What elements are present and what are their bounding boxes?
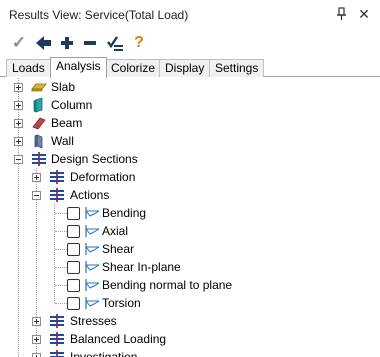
investigation-icon xyxy=(49,349,65,357)
toolbar: ✓ ? xyxy=(0,30,380,56)
plus-icon xyxy=(61,37,73,49)
expand-wall-toggle[interactable] xyxy=(14,137,23,146)
tree-item-deformation[interactable]: Deformation xyxy=(70,169,135,185)
tree-item-shear[interactable]: Shear xyxy=(102,241,134,257)
stresses-icon xyxy=(49,313,65,329)
diagram-icon xyxy=(84,295,100,311)
expand-investigation-toggle[interactable] xyxy=(32,353,41,357)
tree-item-torsion[interactable]: Torsion xyxy=(102,295,141,311)
pin-icon xyxy=(337,7,346,20)
tree-connector xyxy=(54,204,55,303)
tree-item-beam[interactable]: Beam xyxy=(51,115,82,131)
expand-beam-toggle[interactable] xyxy=(14,119,23,128)
tab-display[interactable]: Display xyxy=(159,59,211,77)
beam-icon xyxy=(31,115,47,131)
tree-item-design-sections[interactable]: Design Sections xyxy=(51,151,138,167)
tab-analysis[interactable]: Analysis xyxy=(50,57,107,78)
torsion-checkbox[interactable] xyxy=(67,297,80,310)
check-list-icon xyxy=(107,36,123,51)
diagram-icon xyxy=(84,277,100,293)
apply-button[interactable]: ✓ xyxy=(9,33,29,53)
column-icon xyxy=(31,97,47,113)
slab-icon xyxy=(31,79,47,95)
tab-loads[interactable]: Loads xyxy=(6,59,51,77)
tree-item-bending[interactable]: Bending xyxy=(102,205,146,221)
diagram-icon xyxy=(84,241,100,257)
results-tree: Slab Column Beam Wall Design Sections De… xyxy=(0,78,380,357)
tree-item-balanced-loading[interactable]: Balanced Loading xyxy=(70,331,166,347)
diagram-icon xyxy=(84,223,100,239)
deformation-icon xyxy=(49,169,65,185)
tab-settings[interactable]: Settings xyxy=(209,59,265,77)
collapse-actions-toggle[interactable] xyxy=(32,191,41,200)
expand-deformation-toggle[interactable] xyxy=(32,173,41,182)
shear-in-plane-checkbox[interactable] xyxy=(67,261,80,274)
tree-connector xyxy=(55,249,67,250)
tree-connector xyxy=(55,213,67,214)
balanced-loading-icon xyxy=(49,331,65,347)
add-button[interactable] xyxy=(57,33,77,53)
back-button[interactable] xyxy=(34,33,54,53)
bending-normal-checkbox[interactable] xyxy=(67,279,80,292)
tree-item-wall[interactable]: Wall xyxy=(51,133,74,149)
diagram-icon xyxy=(84,205,100,221)
expand-balanced-loading-toggle[interactable] xyxy=(32,335,41,344)
check-all-button[interactable] xyxy=(105,33,125,53)
tree-item-axial[interactable]: Axial xyxy=(102,223,128,239)
shear-checkbox[interactable] xyxy=(67,243,80,256)
expand-column-toggle[interactable] xyxy=(14,101,23,110)
tree-item-shear-in-plane[interactable]: Shear In-plane xyxy=(102,259,181,275)
arrow-left-icon xyxy=(36,36,51,50)
diagram-icon xyxy=(84,259,100,275)
tree-item-actions[interactable]: Actions xyxy=(70,187,109,203)
tree-item-column[interactable]: Column xyxy=(51,97,92,113)
window-title: Results View: Service(Total Load) xyxy=(9,8,189,22)
remove-button[interactable] xyxy=(80,33,100,53)
bending-checkbox[interactable] xyxy=(67,207,80,220)
expand-slab-toggle[interactable] xyxy=(14,83,23,92)
axial-checkbox[interactable] xyxy=(67,225,80,238)
help-button[interactable]: ? xyxy=(129,33,149,53)
tab-colorize[interactable]: Colorize xyxy=(105,59,162,77)
tree-connector xyxy=(55,267,67,268)
title-bar: Results View: Service(Total Load) ✕ xyxy=(0,0,380,29)
tree-item-bending-normal-to-plane[interactable]: Bending normal to plane xyxy=(102,277,232,293)
design-sections-icon xyxy=(31,151,47,167)
tab-strip: Loads Analysis Colorize Display Settings xyxy=(0,57,380,78)
tree-item-slab[interactable]: Slab xyxy=(51,79,75,95)
help-icon: ? xyxy=(134,34,144,51)
tree-item-investigation[interactable]: Investigation xyxy=(70,349,137,357)
wall-icon xyxy=(31,133,47,149)
expand-stresses-toggle[interactable] xyxy=(32,317,41,326)
minus-icon xyxy=(84,41,96,45)
tree-connector xyxy=(55,303,67,304)
close-button[interactable]: ✕ xyxy=(356,6,372,22)
actions-icon xyxy=(49,187,65,203)
close-icon: ✕ xyxy=(358,6,370,22)
tree-item-stresses[interactable]: Stresses xyxy=(70,313,117,329)
tree-connector xyxy=(55,285,67,286)
pin-button[interactable] xyxy=(333,6,349,22)
collapse-design-sections-toggle[interactable] xyxy=(14,155,23,164)
check-icon: ✓ xyxy=(11,33,27,52)
tree-connector xyxy=(55,231,67,232)
